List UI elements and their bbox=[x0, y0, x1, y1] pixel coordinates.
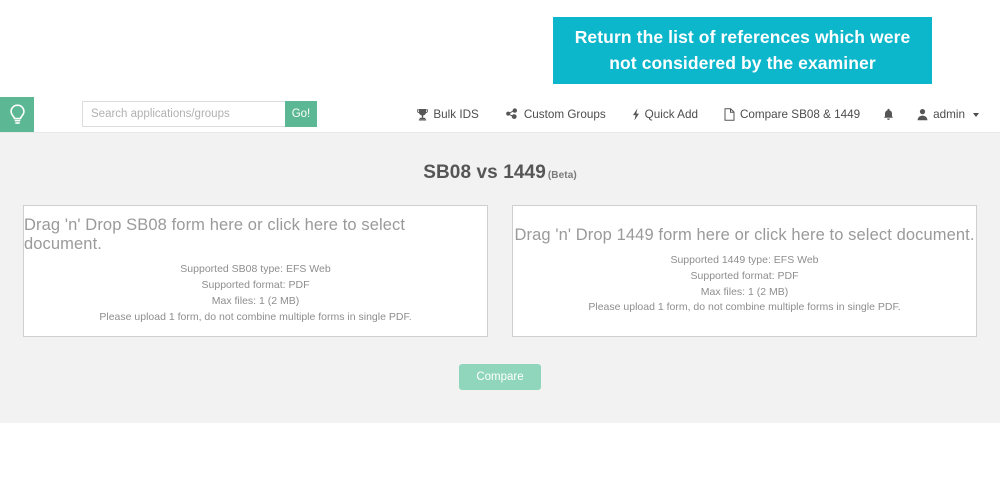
dropzone-max-files: Max files: 1 (2 MB) bbox=[211, 295, 300, 307]
lightning-bolt-icon bbox=[632, 108, 640, 121]
search-form: Go! bbox=[82, 101, 317, 127]
dropzone-sb08[interactable]: Drag 'n' Drop SB08 form here or click he… bbox=[23, 205, 488, 337]
user-icon bbox=[917, 108, 928, 121]
page-title-text: SB08 vs 1449 bbox=[423, 162, 546, 183]
main-content: SB08 vs 1449 (Beta) Drag 'n' Drop SB08 fo… bbox=[0, 133, 1000, 423]
nav-item-custom-groups[interactable]: Custom Groups bbox=[492, 97, 619, 132]
nav-item-label: Custom Groups bbox=[523, 108, 606, 121]
user-menu-label: admin bbox=[933, 108, 965, 121]
dropzone-upload-note: Please upload 1 form, do not combine mul… bbox=[588, 301, 901, 314]
nav-item-bulk-ids[interactable]: Bulk IDS bbox=[404, 97, 491, 132]
dropzone-supported-type: Supported 1449 type: EFS Web bbox=[670, 253, 819, 266]
dropzone-supported-type: Supported SB08 type: EFS Web bbox=[180, 263, 331, 276]
annotation-text: Return the list of references which were… bbox=[574, 27, 911, 73]
annotation-banner: Return the list of references which were… bbox=[553, 17, 932, 84]
bell-icon bbox=[883, 108, 894, 121]
dropzone-supported-format: Supported format: PDF bbox=[201, 279, 310, 292]
nav-item-notifications[interactable] bbox=[873, 97, 904, 132]
brand-logo[interactable] bbox=[0, 97, 34, 132]
beta-badge: (Beta) bbox=[547, 170, 577, 181]
page-footer-area bbox=[0, 423, 1000, 500]
dropzone-max-files: Max files: 1 (2 MB) bbox=[700, 285, 789, 298]
nav-item-label: Compare SB08 & 1449 bbox=[739, 108, 861, 121]
nav-item-label: Bulk IDS bbox=[433, 108, 479, 121]
nav-item-quick-add[interactable]: Quick Add bbox=[619, 97, 711, 132]
dropzone-row: Drag 'n' Drop SB08 form here or click he… bbox=[0, 205, 1000, 337]
file-document-icon bbox=[724, 108, 735, 121]
dropzone-supported-format: Supported format: PDF bbox=[690, 269, 799, 282]
compare-button-row: Compare bbox=[0, 364, 1000, 390]
lightbulb-icon bbox=[9, 103, 26, 126]
chevron-down-icon bbox=[973, 113, 979, 117]
nav-item-label: Quick Add bbox=[644, 108, 698, 121]
compare-button[interactable]: Compare bbox=[459, 364, 541, 390]
dropzone-upload-note: Please upload 1 form, do not combine mul… bbox=[99, 310, 412, 323]
top-navbar: Go! Bulk IDS bbox=[0, 97, 1000, 133]
page-title: SB08 vs 1449 (Beta) bbox=[0, 162, 1000, 184]
search-submit-button[interactable]: Go! bbox=[285, 101, 317, 127]
navbar-links: Bulk IDS Custom Groups Quick Add Compare… bbox=[404, 97, 992, 132]
trophy-icon bbox=[417, 108, 429, 121]
nav-item-compare-sb08-1449[interactable]: Compare SB08 & 1449 bbox=[711, 97, 873, 132]
search-input[interactable] bbox=[82, 101, 285, 127]
dropzone-1449[interactable]: Drag 'n' Drop 1449 form here or click he… bbox=[512, 205, 977, 337]
app-page: Return the list of references which were… bbox=[0, 0, 1000, 500]
dropzone-prompt: Drag 'n' Drop SB08 form here or click he… bbox=[24, 216, 406, 254]
dropzone-prompt: Drag 'n' Drop 1449 form here or click he… bbox=[514, 225, 975, 244]
nav-item-user-menu[interactable]: admin bbox=[904, 97, 992, 132]
sitemap-icon bbox=[505, 108, 519, 121]
